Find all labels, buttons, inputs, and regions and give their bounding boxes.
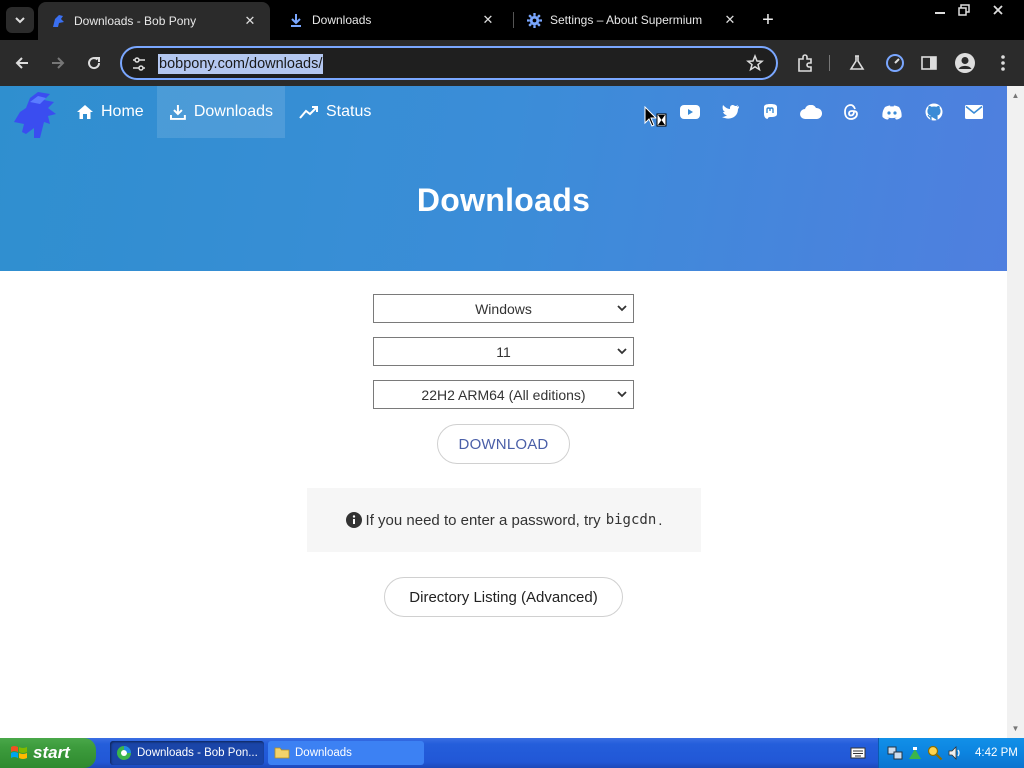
taskbar-clock[interactable]: 4:42 PM [975, 747, 1018, 759]
chevron-down-icon [617, 348, 627, 355]
site-navbar: Home Downloads Status [0, 86, 1007, 138]
forward-button[interactable] [44, 49, 72, 77]
cloud-icon[interactable] [799, 101, 823, 123]
search-icon[interactable] [927, 745, 943, 761]
notice-text: If you need to enter a password, try [365, 511, 601, 529]
nav-status-label: Status [326, 103, 372, 120]
browser-titlebar: Downloads - Bob Pony ✕ Downloads ✕ Setti… [0, 0, 1024, 40]
build-select-value: 22H2 ARM64 (All editions) [421, 386, 586, 403]
page-title: Downloads [416, 182, 591, 218]
arrow-right-icon [52, 57, 65, 69]
os-select[interactable]: Windows [373, 294, 634, 323]
tab-title: Settings – About Supermium [550, 13, 703, 27]
bookmark-star-icon[interactable] [746, 53, 764, 72]
reload-icon [88, 57, 101, 70]
close-icon [993, 5, 1003, 15]
profile-avatar-icon[interactable] [954, 52, 976, 74]
download-icon [169, 105, 186, 120]
site-info-icon[interactable] [130, 55, 148, 73]
chevron-down-icon [617, 391, 627, 398]
password-notice: If you need to enter a password, try big… [307, 488, 701, 552]
safely-remove-icon[interactable] [907, 745, 923, 761]
notice-suffix: . [658, 511, 663, 529]
side-panel-icon[interactable] [918, 52, 940, 74]
version-select-value: 11 [496, 343, 511, 360]
folder-icon [274, 747, 290, 759]
nav-status[interactable]: Status [287, 86, 383, 138]
close-window-button[interactable] [984, 0, 1012, 20]
restore-icon [958, 4, 970, 16]
bobpony-favicon-icon [50, 13, 66, 29]
tab-title: Downloads - Bob Pony [74, 14, 197, 28]
home-icon [77, 105, 93, 119]
busy-cursor-icon [644, 105, 668, 130]
mail-icon[interactable] [963, 101, 985, 123]
start-button[interactable]: start [0, 738, 96, 768]
directory-listing-button[interactable]: Directory Listing (Advanced) [384, 577, 623, 617]
tab-title: Downloads [312, 13, 372, 27]
taskbar-item-downloads[interactable]: Downloads [268, 741, 424, 765]
address-bar-url[interactable]: bobpony.com/downloads/ [158, 54, 324, 74]
gear-icon [526, 12, 542, 28]
threads-icon[interactable] [840, 101, 862, 123]
chevron-down-icon [617, 305, 627, 312]
reload-button[interactable] [80, 49, 108, 77]
build-select[interactable]: 22H2 ARM64 (All editions) [373, 380, 634, 409]
taskbar-item-label: Downloads [295, 747, 352, 759]
arrow-left-icon [15, 57, 28, 69]
windows-flag-icon [11, 746, 27, 759]
labs-flask-icon[interactable] [846, 52, 868, 74]
download-icon [288, 12, 304, 28]
tab-downloads[interactable]: Downloads ✕ [276, 0, 508, 40]
keyboard-icon[interactable] [850, 746, 866, 760]
download-button[interactable]: DOWNLOAD [437, 424, 570, 464]
os-select-value: Windows [475, 300, 532, 317]
info-icon [345, 512, 362, 528]
taskbar-item-label: Downloads - Bob Pon... [137, 747, 258, 759]
new-tab-button[interactable]: + [756, 8, 780, 32]
browser-toolbar: bobpony.com/downloads/ [0, 40, 1024, 86]
tab-downloads-bob-pony[interactable]: Downloads - Bob Pony ✕ [38, 2, 270, 40]
page-viewport: Home Downloads Status Downloads Windows … [0, 86, 1024, 738]
start-label: start [33, 743, 70, 762]
taskbar: start Downloads - Bob Pon... Downloads 4… [0, 738, 1024, 768]
restore-button[interactable] [950, 0, 978, 20]
github-icon[interactable] [923, 101, 945, 123]
menu-kebab-icon[interactable] [992, 52, 1014, 74]
system-tray: 4:42 PM [878, 738, 1024, 768]
nav-downloads-label: Downloads [193, 103, 273, 120]
extensions-icon[interactable] [794, 52, 816, 74]
hero-banner: Home Downloads Status Downloads [0, 86, 1007, 271]
notice-code: bigcdn [605, 512, 657, 528]
back-button[interactable] [8, 49, 36, 77]
version-select[interactable]: 11 [373, 337, 634, 366]
nav-home-label: Home [101, 103, 144, 120]
discord-icon[interactable] [881, 101, 903, 123]
supermium-icon [117, 746, 131, 760]
performance-icon[interactable] [884, 52, 906, 74]
youtube-icon[interactable] [679, 101, 701, 123]
close-icon[interactable]: ✕ [722, 12, 738, 28]
chevron-down-icon [15, 17, 25, 24]
scroll-up-icon[interactable]: ▲ [1011, 91, 1020, 100]
network-icon[interactable] [887, 745, 903, 761]
toolbar-separator [829, 55, 830, 71]
twitter-icon[interactable] [720, 101, 742, 123]
mastodon-icon[interactable] [759, 101, 781, 123]
nav-downloads[interactable]: Downloads [157, 86, 285, 138]
nav-home[interactable]: Home [64, 86, 156, 138]
close-icon[interactable]: ✕ [242, 13, 258, 29]
taskbar-item-browser[interactable]: Downloads - Bob Pon... [110, 741, 264, 765]
trending-up-icon [299, 106, 318, 119]
address-bar[interactable]: bobpony.com/downloads/ [120, 46, 778, 80]
bobpony-logo[interactable] [10, 88, 62, 140]
volume-icon[interactable] [947, 745, 963, 761]
close-icon[interactable]: ✕ [480, 12, 496, 28]
tab-search-button[interactable] [6, 7, 34, 33]
scroll-down-icon[interactable]: ▼ [1011, 724, 1020, 733]
minimize-icon [935, 12, 945, 14]
tab-settings-about[interactable]: Settings – About Supermium ✕ [514, 0, 750, 40]
page-scrollbar[interactable]: ▲ ▼ [1007, 86, 1024, 738]
